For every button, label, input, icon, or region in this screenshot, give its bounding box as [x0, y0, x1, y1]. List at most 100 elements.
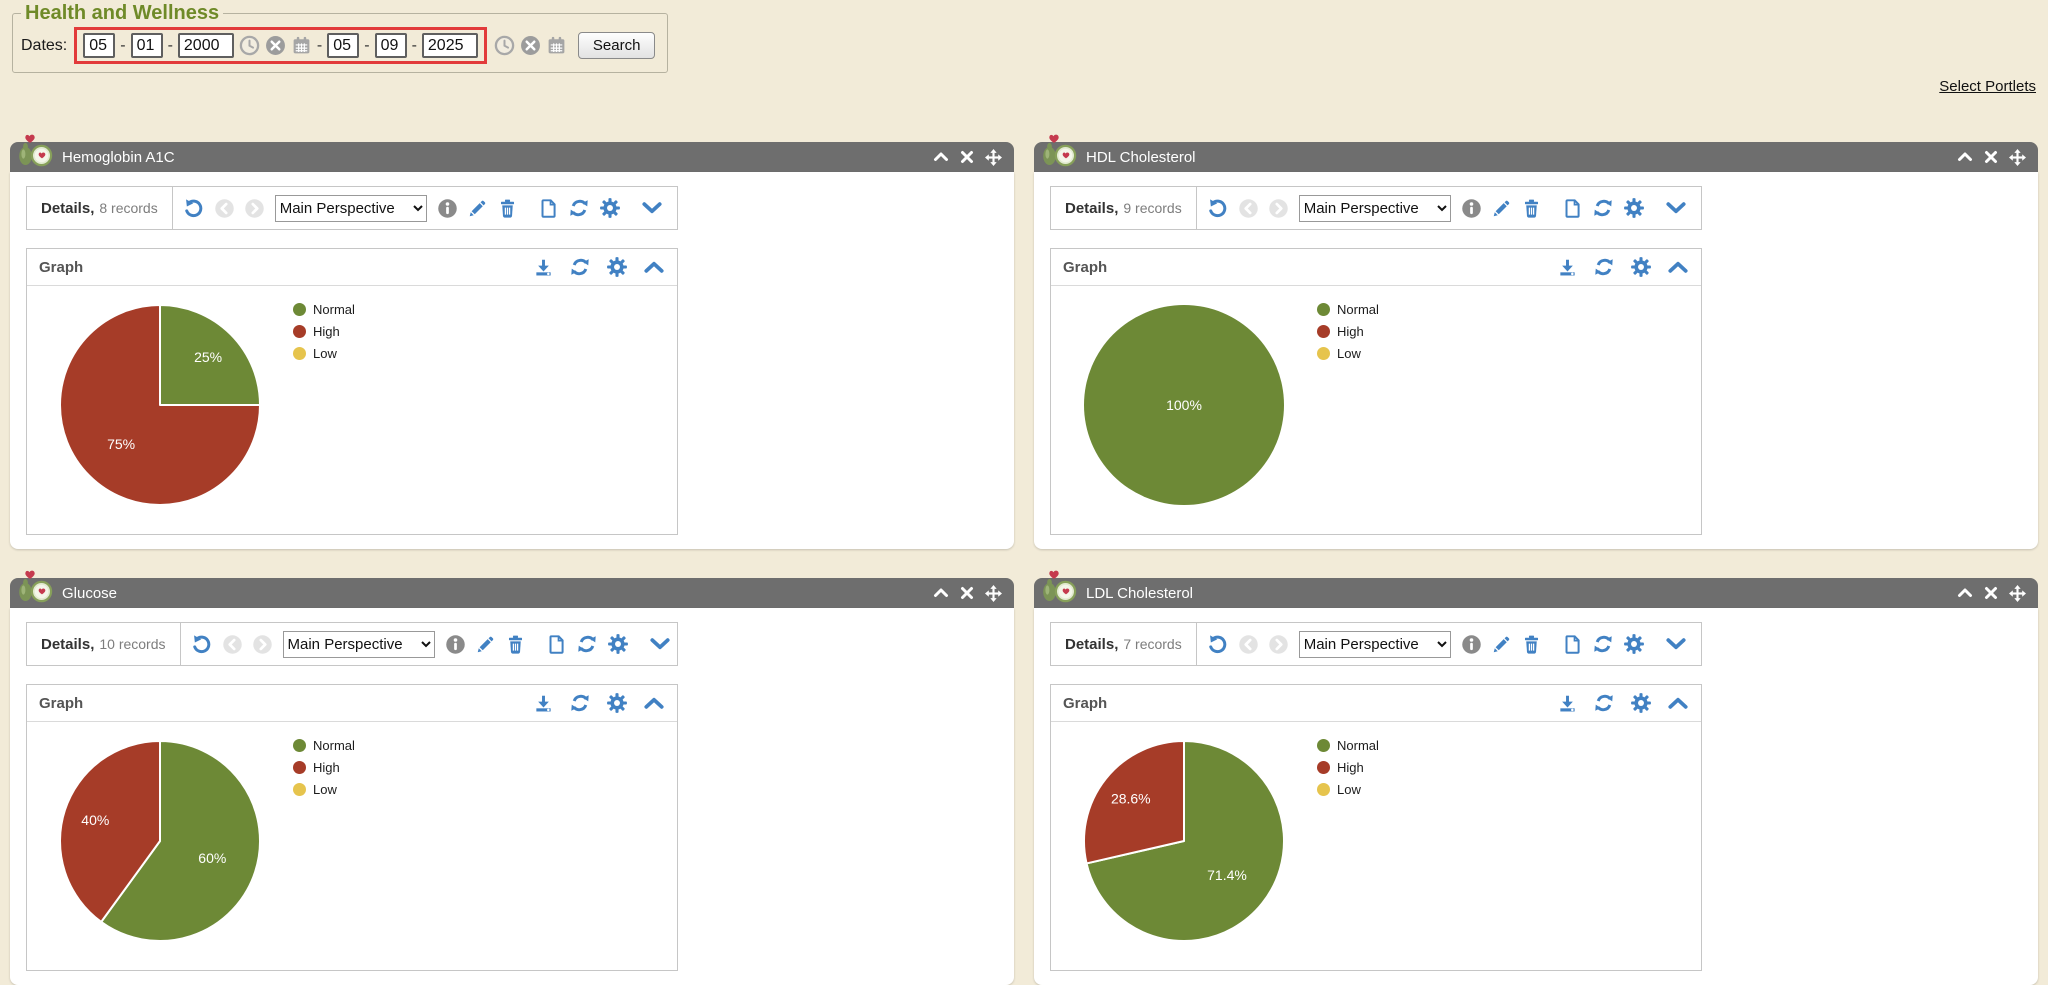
dates-row: Dates: - - - - - [21, 27, 655, 64]
download-icon[interactable] [1557, 257, 1578, 278]
graph-settings-icon[interactable] [1630, 256, 1652, 278]
undo-icon[interactable] [1207, 633, 1229, 655]
portlet-header[interactable]: HDL Cholesterol [1034, 142, 2038, 172]
graph-refresh-icon[interactable] [569, 692, 591, 714]
next-page-icon[interactable] [1268, 634, 1289, 655]
from-calendar-icon[interactable] [291, 35, 312, 56]
delete-icon[interactable] [1521, 634, 1542, 655]
graph-collapse-icon[interactable] [1667, 694, 1689, 712]
collapse-portlet-icon[interactable] [933, 150, 949, 164]
to-month-input[interactable] [327, 33, 359, 58]
settings-icon[interactable] [1623, 633, 1645, 655]
collapse-details-icon[interactable] [1665, 635, 1687, 653]
settings-icon[interactable] [599, 197, 621, 219]
move-portlet-icon[interactable] [2009, 585, 2026, 602]
date-separator: - [412, 37, 417, 55]
details-icons: Main Perspective [173, 195, 677, 222]
collapse-details-icon[interactable] [649, 635, 671, 653]
undo-icon[interactable] [1207, 197, 1229, 219]
new-document-icon[interactable] [1562, 634, 1583, 655]
graph-collapse-icon[interactable] [643, 694, 665, 712]
perspective-select[interactable]: Main Perspective [1299, 631, 1451, 658]
graph-settings-icon[interactable] [1630, 692, 1652, 714]
edit-icon[interactable] [1491, 198, 1512, 219]
perspective-select[interactable]: Main Perspective [275, 195, 427, 222]
collapse-details-icon[interactable] [1665, 199, 1687, 217]
portlet-header[interactable]: LDL Cholesterol [1034, 578, 2038, 608]
prev-page-icon[interactable] [222, 634, 243, 655]
collapse-details-icon[interactable] [641, 199, 663, 217]
prev-page-icon[interactable] [1238, 634, 1259, 655]
to-day-input[interactable] [375, 33, 407, 58]
refresh-icon[interactable] [576, 633, 598, 655]
perspective-select[interactable]: Main Perspective [283, 631, 435, 658]
undo-icon[interactable] [183, 197, 205, 219]
info-icon[interactable] [445, 634, 466, 655]
health-icon [16, 568, 54, 609]
graph-collapse-icon[interactable] [643, 258, 665, 276]
graph-refresh-icon[interactable] [1593, 692, 1615, 714]
close-portlet-icon[interactable] [960, 150, 974, 164]
next-page-icon[interactable] [244, 198, 265, 219]
delete-icon[interactable] [505, 634, 526, 655]
refresh-icon[interactable] [1592, 633, 1614, 655]
move-portlet-icon[interactable] [2009, 149, 2026, 166]
move-portlet-icon[interactable] [985, 149, 1002, 166]
legend-color-dot [1317, 783, 1330, 796]
prev-page-icon[interactable] [1238, 198, 1259, 219]
graph-panel: Graph [26, 248, 678, 535]
download-icon[interactable] [533, 257, 554, 278]
next-page-icon[interactable] [252, 634, 273, 655]
settings-icon[interactable] [1623, 197, 1645, 219]
download-icon[interactable] [1557, 693, 1578, 714]
from-clear-icon[interactable] [265, 35, 286, 56]
download-icon[interactable] [533, 693, 554, 714]
delete-icon[interactable] [497, 198, 518, 219]
portlet-header[interactable]: Hemoglobin A1C [10, 142, 1014, 172]
close-portlet-icon[interactable] [1984, 586, 1998, 600]
edit-icon[interactable] [1491, 634, 1512, 655]
next-page-icon[interactable] [1268, 198, 1289, 219]
search-button[interactable]: Search [578, 32, 656, 59]
collapse-portlet-icon[interactable] [1957, 150, 1973, 164]
undo-icon[interactable] [191, 633, 213, 655]
graph-refresh-icon[interactable] [1593, 256, 1615, 278]
close-portlet-icon[interactable] [1984, 150, 1998, 164]
move-portlet-icon[interactable] [985, 585, 1002, 602]
delete-icon[interactable] [1521, 198, 1542, 219]
legend-label: High [313, 324, 340, 339]
graph-settings-icon[interactable] [606, 692, 628, 714]
perspective-select[interactable]: Main Perspective [1299, 195, 1451, 222]
edit-icon[interactable] [475, 634, 496, 655]
collapse-portlet-icon[interactable] [933, 586, 949, 600]
info-icon[interactable] [437, 198, 458, 219]
prev-page-icon[interactable] [214, 198, 235, 219]
graph-settings-icon[interactable] [606, 256, 628, 278]
from-time-icon[interactable] [239, 35, 260, 56]
from-day-input[interactable] [131, 33, 163, 58]
legend-label: Normal [313, 738, 355, 753]
close-portlet-icon[interactable] [960, 586, 974, 600]
new-document-icon[interactable] [1562, 198, 1583, 219]
collapse-portlet-icon[interactable] [1957, 586, 1973, 600]
pie-label: 28.6% [1111, 791, 1151, 807]
edit-icon[interactable] [467, 198, 488, 219]
to-time-icon[interactable] [494, 35, 515, 56]
to-year-input[interactable] [422, 33, 478, 58]
portlet-header[interactable]: Glucose [10, 578, 1014, 608]
to-calendar-icon[interactable] [546, 35, 567, 56]
settings-icon[interactable] [607, 633, 629, 655]
to-clear-icon[interactable] [520, 35, 541, 56]
graph-collapse-icon[interactable] [1667, 258, 1689, 276]
refresh-icon[interactable] [1592, 197, 1614, 219]
from-year-input[interactable] [178, 33, 234, 58]
new-document-icon[interactable] [538, 198, 559, 219]
refresh-icon[interactable] [568, 197, 590, 219]
info-icon[interactable] [1461, 198, 1482, 219]
info-icon[interactable] [1461, 634, 1482, 655]
graph-refresh-icon[interactable] [569, 256, 591, 278]
from-month-input[interactable] [83, 33, 115, 58]
new-document-icon[interactable] [546, 634, 567, 655]
record-count: 10 records [99, 636, 165, 652]
select-portlets-link[interactable]: Select Portlets [1939, 78, 2036, 95]
